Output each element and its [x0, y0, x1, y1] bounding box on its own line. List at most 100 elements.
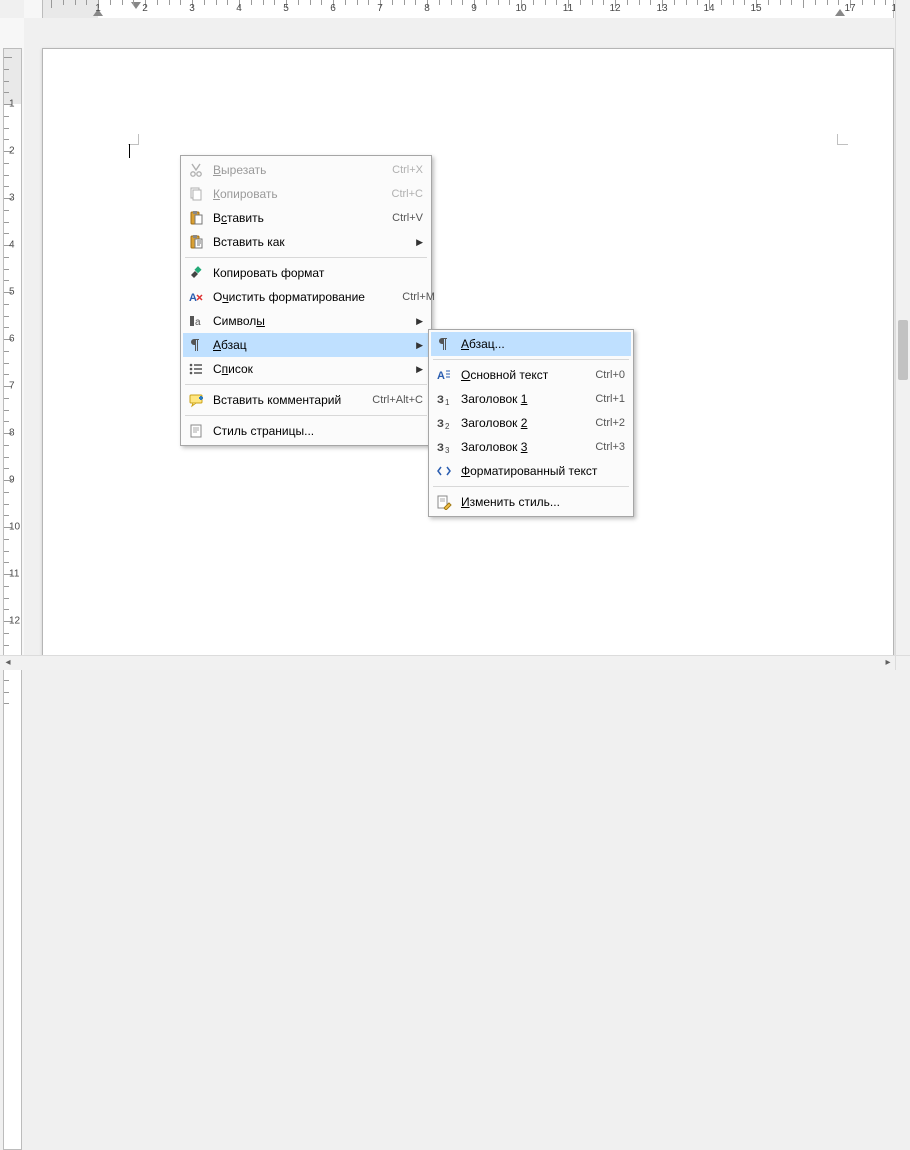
v-ruler-label: 7 — [9, 381, 15, 392]
menu-item-paste[interactable]: ВставитьCtrl+V — [183, 206, 429, 230]
paragraph-submenu[interactable]: Абзац...AОсновной текстCtrl+0З1Заголовок… — [428, 329, 634, 517]
menu-item-paste-special[interactable]: Вставить как▶ — [183, 230, 429, 254]
menu-item-copy: КопироватьCtrl+C — [183, 182, 429, 206]
menu-item-h3[interactable]: З3 Заголовок 3Ctrl+3 — [431, 435, 631, 459]
menu-separator — [185, 384, 427, 385]
h-ruler-label: 17 — [844, 3, 855, 14]
h-ruler-label: 13 — [656, 3, 667, 14]
v-ruler-label: 5 — [9, 287, 15, 298]
menu-item-clear-format[interactable]: AОчистить форматированиеCtrl+M — [183, 285, 429, 309]
margin-corner-top-right — [837, 134, 848, 145]
scrollbar-corner — [895, 655, 910, 670]
menu-item-label: Заголовок 3 — [461, 440, 575, 454]
svg-text:2: 2 — [445, 422, 450, 431]
h-ruler-label: 15 — [750, 3, 761, 14]
menu-item-body-text[interactable]: A Основной текстCtrl+0 — [431, 363, 631, 387]
menu-item-label: Копировать формат — [213, 266, 423, 280]
menu-item-shortcut: Ctrl+3 — [575, 441, 625, 453]
copy-icon — [187, 185, 205, 203]
v-ruler-label: 3 — [9, 193, 15, 204]
menu-item-label: Основной текст — [461, 368, 575, 382]
svg-text:З: З — [437, 418, 444, 430]
svg-text:A: A — [189, 292, 197, 304]
h3-icon: З3 — [435, 438, 453, 456]
submenu-arrow-icon: ▶ — [416, 364, 423, 375]
paragraph-icon — [187, 336, 205, 354]
scroll-right-arrow-icon[interactable]: ▸ — [882, 658, 894, 668]
v-ruler-label: 11 — [9, 569, 19, 580]
body-text-icon: A — [435, 366, 453, 384]
clear-format-icon: A — [187, 288, 205, 306]
vertical-ruler[interactable]: 123456789101112 — [0, 18, 25, 656]
menu-item-shortcut: Ctrl+2 — [575, 417, 625, 429]
menu-item-label: Символы — [213, 314, 423, 328]
h-ruler-label: 8 — [424, 3, 430, 14]
menu-item-h1[interactable]: З1 Заголовок 1Ctrl+1 — [431, 387, 631, 411]
menu-item-label: Вырезать — [213, 163, 373, 177]
menu-item-edit-style[interactable]: Изменить стиль... — [431, 490, 631, 514]
menu-separator — [185, 257, 427, 258]
v-ruler-label: 6 — [9, 334, 15, 345]
vertical-scrollbar[interactable] — [895, 0, 910, 656]
menu-item-label: Изменить стиль... — [461, 495, 625, 509]
menu-item-shortcut: Ctrl+Alt+C — [372, 394, 423, 406]
paragraph-icon — [435, 335, 453, 353]
v-ruler-label: 9 — [9, 475, 15, 486]
menu-item-shortcut: Ctrl+V — [373, 212, 423, 224]
v-ruler-label: 1 — [9, 99, 15, 110]
menu-item-shortcut: Ctrl+0 — [575, 369, 625, 381]
menu-item-page-style[interactable]: Стиль страницы... — [183, 419, 429, 443]
v-ruler-label: 2 — [9, 146, 15, 157]
h-ruler-label: 1 — [95, 3, 101, 14]
h-ruler-label: 6 — [330, 3, 336, 14]
document-workspace: 1234567891011121314151718 12345678910111… — [0, 0, 910, 670]
menu-item-cut: ВырезатьCtrl+X — [183, 158, 429, 182]
menu-separator — [433, 486, 629, 487]
menu-item-label: Абзац — [213, 338, 423, 352]
h-ruler-label: 4 — [236, 3, 242, 14]
menu-item-paragraph[interactable]: Абзац▶ — [183, 333, 429, 357]
menu-item-label: Список — [213, 362, 423, 376]
h-ruler-label: 10 — [515, 3, 526, 14]
menu-item-format-brush[interactable]: Копировать формат — [183, 261, 429, 285]
svg-text:1: 1 — [445, 398, 450, 407]
horizontal-ruler[interactable]: 1234567891011121314151718 — [24, 0, 896, 19]
text-caret — [129, 144, 130, 158]
menu-item-label: Вставить как — [213, 235, 423, 249]
h-ruler-label: 9 — [471, 3, 477, 14]
svg-text:A: A — [437, 370, 445, 382]
menu-item-preformatted[interactable]: Форматированный текст — [431, 459, 631, 483]
menu-item-label: Заголовок 1 — [461, 392, 575, 406]
horizontal-scrollbar[interactable]: ◂ ▸ — [0, 655, 896, 670]
list-icon — [187, 360, 205, 378]
menu-item-h2[interactable]: З2Заголовок 2Ctrl+2 — [431, 411, 631, 435]
menu-item-comment[interactable]: Вставить комментарийCtrl+Alt+C — [183, 388, 429, 412]
menu-item-shortcut: Ctrl+C — [373, 188, 423, 200]
svg-text:З: З — [437, 394, 444, 406]
menu-separator — [433, 359, 629, 360]
h-ruler-label: 7 — [377, 3, 383, 14]
h-ruler-label: 5 — [283, 3, 289, 14]
menu-item-paragraph[interactable]: Абзац... — [431, 332, 631, 356]
h-ruler-label: 3 — [189, 3, 195, 14]
paste-icon — [187, 209, 205, 227]
menu-item-label: Вставить — [213, 211, 373, 225]
h-ruler-label: 2 — [142, 3, 148, 14]
scroll-left-arrow-icon[interactable]: ◂ — [2, 658, 14, 668]
vertical-scrollbar-thumb[interactable] — [898, 320, 908, 380]
menu-item-list[interactable]: Список▶ — [183, 357, 429, 381]
menu-item-label: Абзац... — [461, 337, 625, 351]
comment-icon — [187, 391, 205, 409]
svg-text:3: 3 — [445, 446, 450, 455]
format-brush-icon — [187, 264, 205, 282]
menu-item-shortcut: Ctrl+X — [373, 164, 423, 176]
menu-item-label: Стиль страницы... — [213, 424, 423, 438]
menu-item-shortcut: Ctrl+1 — [575, 393, 625, 405]
v-ruler-label: 8 — [9, 428, 15, 439]
h1-icon: З1 — [435, 390, 453, 408]
v-ruler-label: 12 — [9, 616, 20, 627]
page-style-icon — [187, 422, 205, 440]
preformatted-icon — [435, 462, 453, 480]
context-menu[interactable]: ВырезатьCtrl+XКопироватьCtrl+CВставитьCt… — [180, 155, 432, 446]
menu-item-character[interactable]: aСимволы▶ — [183, 309, 429, 333]
